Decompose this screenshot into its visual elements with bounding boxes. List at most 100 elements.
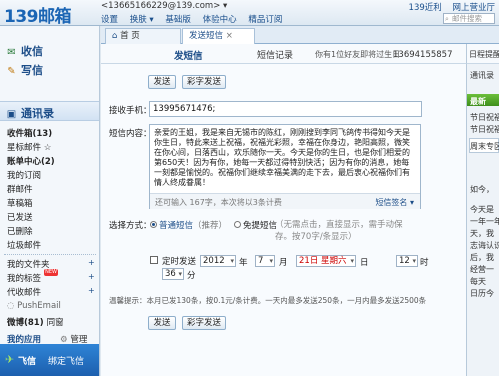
year-unit: 年 [239, 258, 248, 268]
settings-link[interactable]: 设置 [101, 15, 118, 25]
experience-center-link[interactable]: 体验中心 [203, 15, 237, 25]
contacts-icon: ▣ [6, 109, 17, 120]
free-sms-note: （无需点击，直接显示，需手动保存。按70字/条显示） [275, 220, 403, 242]
right-text-8: 每天 [470, 277, 486, 286]
recipient-input[interactable]: 13995671476; [149, 101, 422, 117]
sidebar-item-inbox[interactable]: 收件箱(13) [7, 127, 52, 139]
right-text-3: 一年一年都 [470, 217, 499, 226]
add-tag-icon[interactable]: + [88, 272, 95, 281]
right-weekend[interactable]: 周末专区 [470, 141, 499, 152]
tab-send-sms-sub[interactable]: 发短信 [174, 48, 203, 62]
birthday-notice[interactable]: 你有1位好友即将过生日 [315, 49, 400, 60]
message-footer: 还可输入 167字，本次将以3条计费 短信签名 ▾ [150, 193, 420, 209]
tab-send-sms[interactable]: 发送短信 × [182, 28, 255, 44]
subscription-link[interactable]: 精品订阅 [248, 15, 282, 25]
signature-dropdown[interactable]: 短信签名 ▾ [375, 197, 414, 208]
normal-sms-label: 普通短信 [159, 221, 194, 231]
weibo-label: 微博(81) [7, 318, 44, 328]
right-text-2: 今天是 [470, 205, 494, 214]
minute-select[interactable]: 36 [162, 268, 184, 280]
schedule-label[interactable]: 日程提醒 [469, 49, 499, 60]
sidebar-item-starred[interactable]: 星标邮件 ☆ [7, 141, 51, 153]
right-text-4: 天，我 [470, 229, 494, 238]
inbox-button[interactable]: ✉ 收信 [6, 43, 43, 59]
sidebar-item-collected-mail[interactable]: 代收邮件 [7, 286, 41, 298]
send-tip: 温馨提示：本月已发130条，按0.1元/条计费。一天内最多发送250条，一月内最… [109, 296, 427, 305]
right-text-5: 志诲认识 [470, 241, 499, 250]
month-select[interactable]: 7 [255, 255, 275, 267]
search-input[interactable]: ⌕ 邮件搜索 [443, 13, 495, 24]
fetion-icon: ✈ [5, 353, 15, 366]
inbox-icon: ✉ [7, 47, 16, 58]
compose-label: 写信 [21, 64, 43, 77]
recipient-label: 接收手机： [109, 106, 152, 116]
contacts-button[interactable]: ▣ 通讯录 [6, 105, 54, 121]
year-select[interactable]: 2012 [200, 255, 236, 267]
sidebar-item-bills[interactable]: 账单中心(2) [7, 155, 55, 167]
sidebar-item-pushemail[interactable]: ◌ PushEmail [7, 301, 61, 311]
right-text-9: 日历今 [470, 289, 494, 298]
tab-sms-record[interactable]: 短信记录 [257, 48, 293, 61]
fetion-label[interactable]: 飞信 [18, 354, 36, 367]
sidebar-item-sent[interactable]: 已发送 [7, 211, 33, 223]
message-textarea[interactable]: 亲爱的王姐，我是来自无锡市的陈红，刚刚搜到李同飞鸽传书得知今天是你生日，特此来送… [149, 124, 421, 209]
timed-send-label: 定时发送 [162, 257, 197, 267]
account-email[interactable]: <13665166229@139.com> ▾ [101, 1, 227, 11]
sidebar-item-spam[interactable]: 垃圾邮件 [7, 239, 41, 251]
day-select[interactable]: 21日 星期六 [296, 255, 356, 267]
sidebar-item-group-mail[interactable]: 群邮件 [7, 183, 33, 195]
logo[interactable]: 139邮箱 [4, 2, 72, 27]
new-badge: NEW [44, 269, 58, 276]
right-contacts[interactable]: 通讯录 [470, 70, 494, 81]
compose-button[interactable]: ✎ 写信 [6, 62, 43, 78]
top-links: 139近利 网上营业厅 [401, 1, 495, 13]
normal-sms-option[interactable]: 普通短信（推荐） [150, 219, 227, 231]
tab-bar: ⌂ 首 页 发送短信 × [101, 26, 499, 44]
hour-select[interactable]: 12 [396, 255, 418, 267]
free-sms-radio[interactable] [234, 221, 241, 228]
right-latest[interactable]: 最新 [470, 96, 486, 107]
recommend-label: （推荐） [193, 221, 228, 231]
skin-link[interactable]: 换肤 ▾ [130, 15, 154, 25]
link-139[interactable]: 139近利 [409, 3, 442, 13]
top-bar: 139邮箱 <13665166229@139.com> ▾ 设置 换肤 ▾ 基础… [0, 0, 499, 27]
send-colorful-button-bottom[interactable]: 彩字发送 [182, 316, 226, 330]
compose-icon: ✎ [7, 66, 16, 77]
send-button-bottom[interactable]: 发送 [148, 316, 176, 330]
right-festival-1[interactable]: 节日祝福 [470, 112, 499, 123]
home-icon: ⌂ [112, 31, 118, 41]
sidebar-item-weibo[interactable]: 微博(81) 同窗 [7, 316, 64, 328]
sidebar-item-my-tags[interactable]: 我的标签 [7, 272, 41, 284]
normal-sms-radio[interactable] [150, 221, 157, 228]
inbox-label: 收信 [21, 45, 43, 58]
search-icon: ⌕ [445, 15, 449, 23]
free-sms-label: 免提短信 [243, 221, 278, 231]
sidebar-item-drafts[interactable]: 草稿箱 [7, 197, 33, 209]
timed-send-checkbox[interactable] [150, 256, 158, 264]
basic-version-link[interactable]: 基础版 [165, 15, 191, 25]
add-folder-icon[interactable]: + [88, 258, 95, 267]
right-festival-2[interactable]: 节日祝福 [470, 124, 499, 135]
char-count-hint: 还可输入 167字，本次将以3条计费 [155, 198, 282, 207]
sidebar-item-deleted[interactable]: 已删除 [7, 225, 33, 237]
sidebar-item-my-folders[interactable]: 我的文件夹 [7, 258, 50, 270]
sidebar-item-subscriptions[interactable]: 我的订阅 [7, 169, 41, 181]
right-text-7: 经营一 [470, 265, 494, 274]
tab-home-label: 首 页 [120, 31, 140, 41]
send-button-top[interactable]: 发送 [148, 75, 176, 89]
send-colorful-button-top[interactable]: 彩字发送 [182, 75, 226, 89]
content-label: 短信内容： [109, 129, 152, 139]
tab-home[interactable]: ⌂ 首 页 [105, 28, 181, 44]
link-online-hall[interactable]: 网上营业厅 [452, 3, 495, 13]
month-unit: 月 [279, 258, 288, 268]
close-icon[interactable]: × [226, 31, 233, 41]
method-label: 选择方式： [109, 221, 152, 231]
contacts-label: 通讯录 [21, 107, 54, 120]
tab-send-sms-label: 发送短信 [189, 31, 224, 41]
free-sms-option[interactable]: 免提短信 [234, 219, 277, 231]
classmates-label[interactable]: 同窗 [47, 318, 64, 328]
phone-number-notice: 13694155857 [393, 50, 453, 60]
bind-fetion-link[interactable]: 绑定飞信 [48, 354, 84, 367]
add-collect-icon[interactable]: + [88, 286, 95, 295]
push-icon: ◌ [7, 301, 15, 311]
